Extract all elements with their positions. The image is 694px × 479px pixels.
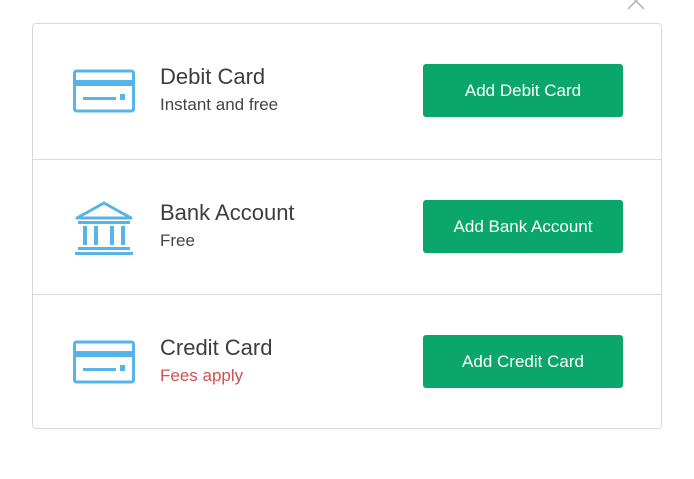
add-debit-card-button[interactable]: Add Debit Card [423,64,623,117]
debit-card-icon [73,68,135,114]
option-subtitle-warning: Fees apply [160,366,244,385]
funding-options-panel: Debit Card Instant and free Add Debit Ca… [32,23,662,429]
option-title: Credit Card [160,335,273,360]
add-credit-card-button[interactable]: Add Credit Card [423,335,623,388]
add-bank-account-button[interactable]: Add Bank Account [423,200,623,253]
bank-icon [73,201,135,255]
credit-card-icon [73,339,135,385]
option-title: Bank Account [160,200,295,225]
option-row-debit-card: Debit Card Instant and free Add Debit Ca… [33,24,661,159]
close-icon[interactable] [627,0,645,10]
option-row-credit-card: Credit Card Fees apply Add Credit Card [33,294,661,429]
option-row-bank-account: Bank Account Free Add Bank Account [33,159,661,294]
option-subtitle: Instant and free [160,95,279,114]
option-subtitle: Free [160,231,195,250]
option-title: Debit Card [160,64,266,89]
